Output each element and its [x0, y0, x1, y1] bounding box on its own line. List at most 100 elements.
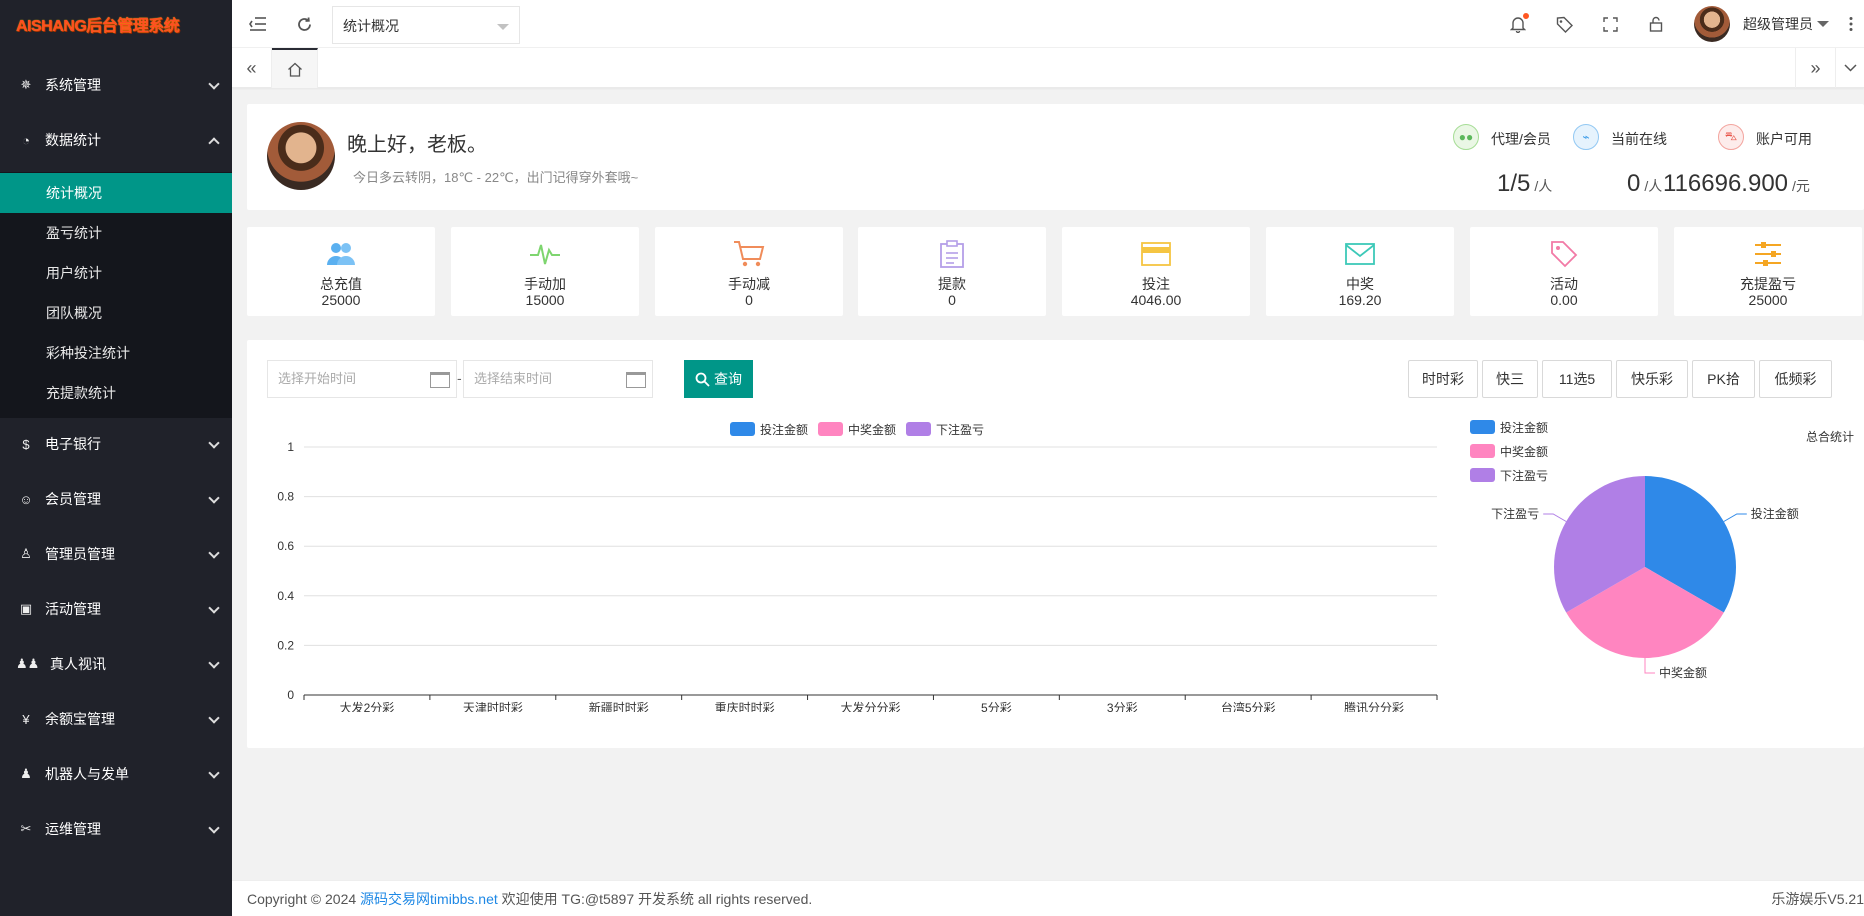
person-icon: ♟: [20, 766, 32, 781]
query-button[interactable]: 查询: [684, 360, 753, 398]
users-icon: ☺: [19, 491, 33, 507]
sidebar-item-yuebao[interactable]: ¥ 余额宝管理: [0, 699, 232, 739]
filter-pk10-button[interactable]: PK拾: [1692, 360, 1755, 398]
stat-value: 25000: [1748, 292, 1788, 308]
stat-card-activities[interactable]: 活动 0.00: [1470, 227, 1658, 316]
stat-value: 0: [948, 292, 956, 308]
search-icon: [695, 372, 710, 387]
scroll-right-icon[interactable]: »: [1795, 48, 1835, 88]
summary-balance: ⛍ 账户可用 116696.900/元: [1663, 122, 1862, 197]
x-tick-label: 3分彩: [1107, 701, 1138, 712]
footer-link[interactable]: 源码交易网timibbs.net: [360, 891, 498, 907]
submenu-item-lottery-bets[interactable]: 彩种投注统计: [0, 333, 232, 373]
stat-card-profit[interactable]: 充提盈亏 25000: [1674, 227, 1862, 316]
stat-card-total-recharge[interactable]: 总充值 25000: [247, 227, 435, 316]
filter-ssc-button[interactable]: 时时彩: [1408, 360, 1478, 398]
sidebar-item-system[interactable]: ✵ 系统管理: [0, 65, 232, 105]
y-tick-label: 0.4: [277, 589, 294, 603]
stat-card-manual-add[interactable]: 手动加 15000: [451, 227, 639, 316]
submenu-item-profit[interactable]: 盈亏统计: [0, 213, 232, 253]
sidebar-item-admins[interactable]: ♙ 管理员管理: [0, 534, 232, 574]
filter-11x5-button[interactable]: 11选5: [1542, 360, 1612, 398]
summary-value: 116696.900/元: [1663, 170, 1810, 197]
y-tick-label: 1: [287, 440, 294, 454]
bell-icon[interactable]: [1504, 10, 1532, 38]
start-date-input[interactable]: 选择开始时间: [267, 360, 457, 398]
page-select-value: 统计概况: [343, 18, 399, 34]
gift-icon: ▣: [19, 601, 33, 616]
legend-swatch: [1470, 420, 1495, 434]
cart-icon: ⛍: [1718, 124, 1744, 150]
submenu-item-team[interactable]: 团队概况: [0, 293, 232, 333]
footer-copyright: Copyright © 2024 源码交易网timibbs.net 欢迎使用 T…: [247, 891, 813, 907]
refresh-icon[interactable]: [290, 10, 318, 38]
tabs-dropdown-icon[interactable]: [1835, 48, 1864, 88]
dashboard-icon: ◔: [22, 132, 30, 148]
submenu-item-overview[interactable]: 统计概况: [0, 173, 232, 213]
fullscreen-icon[interactable]: [1596, 10, 1624, 38]
stat-card-withdraw[interactable]: 提款 0: [858, 227, 1046, 316]
scroll-left-icon[interactable]: «: [232, 48, 272, 88]
lock-icon[interactable]: [1642, 10, 1670, 38]
end-date-input[interactable]: 选择结束时间: [463, 360, 653, 398]
pulse-icon: [451, 239, 639, 269]
pie-label: 投注金额: [1751, 506, 1799, 521]
sidebar-item-label: 管理员管理: [45, 546, 115, 562]
stat-label: 提款: [938, 276, 966, 292]
stat-card-wins[interactable]: 中奖 169.20: [1266, 227, 1454, 316]
legend-swatch: [1470, 468, 1495, 482]
avatar[interactable]: [1694, 6, 1730, 42]
pie-label-line: [1644, 658, 1655, 674]
filter-lowfreq-button[interactable]: 低频彩: [1759, 360, 1832, 398]
calendar-icon: [430, 372, 450, 388]
submenu-item-users[interactable]: 用户统计: [0, 253, 232, 293]
user-icon: ♙: [20, 546, 32, 561]
sidebar-item-ops[interactable]: ✂ 运维管理: [0, 809, 232, 849]
sidebar-item-robot[interactable]: ♟ 机器人与发单: [0, 754, 232, 794]
users-icon: ●●: [1453, 124, 1479, 150]
tools-icon: ✂: [20, 821, 32, 836]
sidebar-item-label: 系统管理: [45, 77, 101, 93]
stat-value: 169.20: [1338, 292, 1382, 308]
sidebar-item-label: 余额宝管理: [45, 711, 115, 727]
x-tick-label: 大发2分彩: [340, 700, 395, 712]
stat-value: 25000: [321, 292, 361, 308]
app-logo[interactable]: AISHANG后台管理系统: [0, 0, 232, 44]
sidebar-item-live-video[interactable]: ♟♟ 真人视讯: [0, 644, 232, 684]
welcome-card: 晚上好，老板。 今日多云转阴，18℃ - 22℃，出门记得穿外套哦~ ●● 代理…: [247, 104, 1864, 210]
sidebar-item-ebank[interactable]: $ 电子银行: [0, 424, 232, 464]
cart-icon: [655, 239, 843, 269]
page-select[interactable]: 统计概况: [332, 6, 520, 44]
x-tick-label: 天津时时彩: [463, 701, 523, 712]
more-vertical-icon[interactable]: [1841, 10, 1861, 38]
pulse-icon: ⌁: [1573, 124, 1599, 150]
caret-down-icon[interactable]: [1817, 21, 1829, 27]
submenu-item-deposits[interactable]: 充提款统计: [0, 373, 232, 413]
end-date-placeholder: 选择结束时间: [474, 371, 553, 386]
dollar-icon: $: [22, 436, 30, 452]
chevron-down-icon: [208, 437, 220, 449]
pie-label: 下注盈亏: [1491, 506, 1539, 521]
sliders-icon: [1674, 239, 1862, 269]
filter-k3-button[interactable]: 快三: [1482, 360, 1538, 398]
sidebar-item-stats[interactable]: ◔ 数据统计: [0, 120, 232, 160]
tab-home[interactable]: [272, 48, 318, 88]
tag-icon[interactable]: [1550, 10, 1578, 38]
sidebar-item-members[interactable]: ☺ 会员管理: [0, 479, 232, 519]
stat-card-bets[interactable]: 投注 4046.00: [1062, 227, 1250, 316]
calendar-icon: [626, 372, 646, 388]
notification-dot: [1523, 13, 1529, 19]
sidebar-item-label: 活动管理: [45, 601, 101, 617]
sidebar-item-label: 真人视讯: [50, 656, 106, 672]
sidebar: AISHANG后台管理系统 ✵ 系统管理 ◔ 数据统计 统计概况 盈亏统计 用户…: [0, 0, 232, 916]
legend-swatch: [730, 422, 755, 436]
filter-klc-button[interactable]: 快乐彩: [1616, 360, 1688, 398]
legend-label: 中奖金额: [1500, 444, 1548, 459]
menu-collapse-icon[interactable]: [244, 10, 272, 38]
footer: Copyright © 2024 源码交易网timibbs.net 欢迎使用 T…: [232, 880, 1864, 916]
user-name[interactable]: 超级管理员: [1743, 14, 1813, 34]
sidebar-item-activities[interactable]: ▣ 活动管理: [0, 589, 232, 629]
stat-label: 手动减: [728, 276, 770, 292]
stat-card-manual-subtract[interactable]: 手动减 0: [655, 227, 843, 316]
stat-value: 0: [745, 292, 753, 308]
